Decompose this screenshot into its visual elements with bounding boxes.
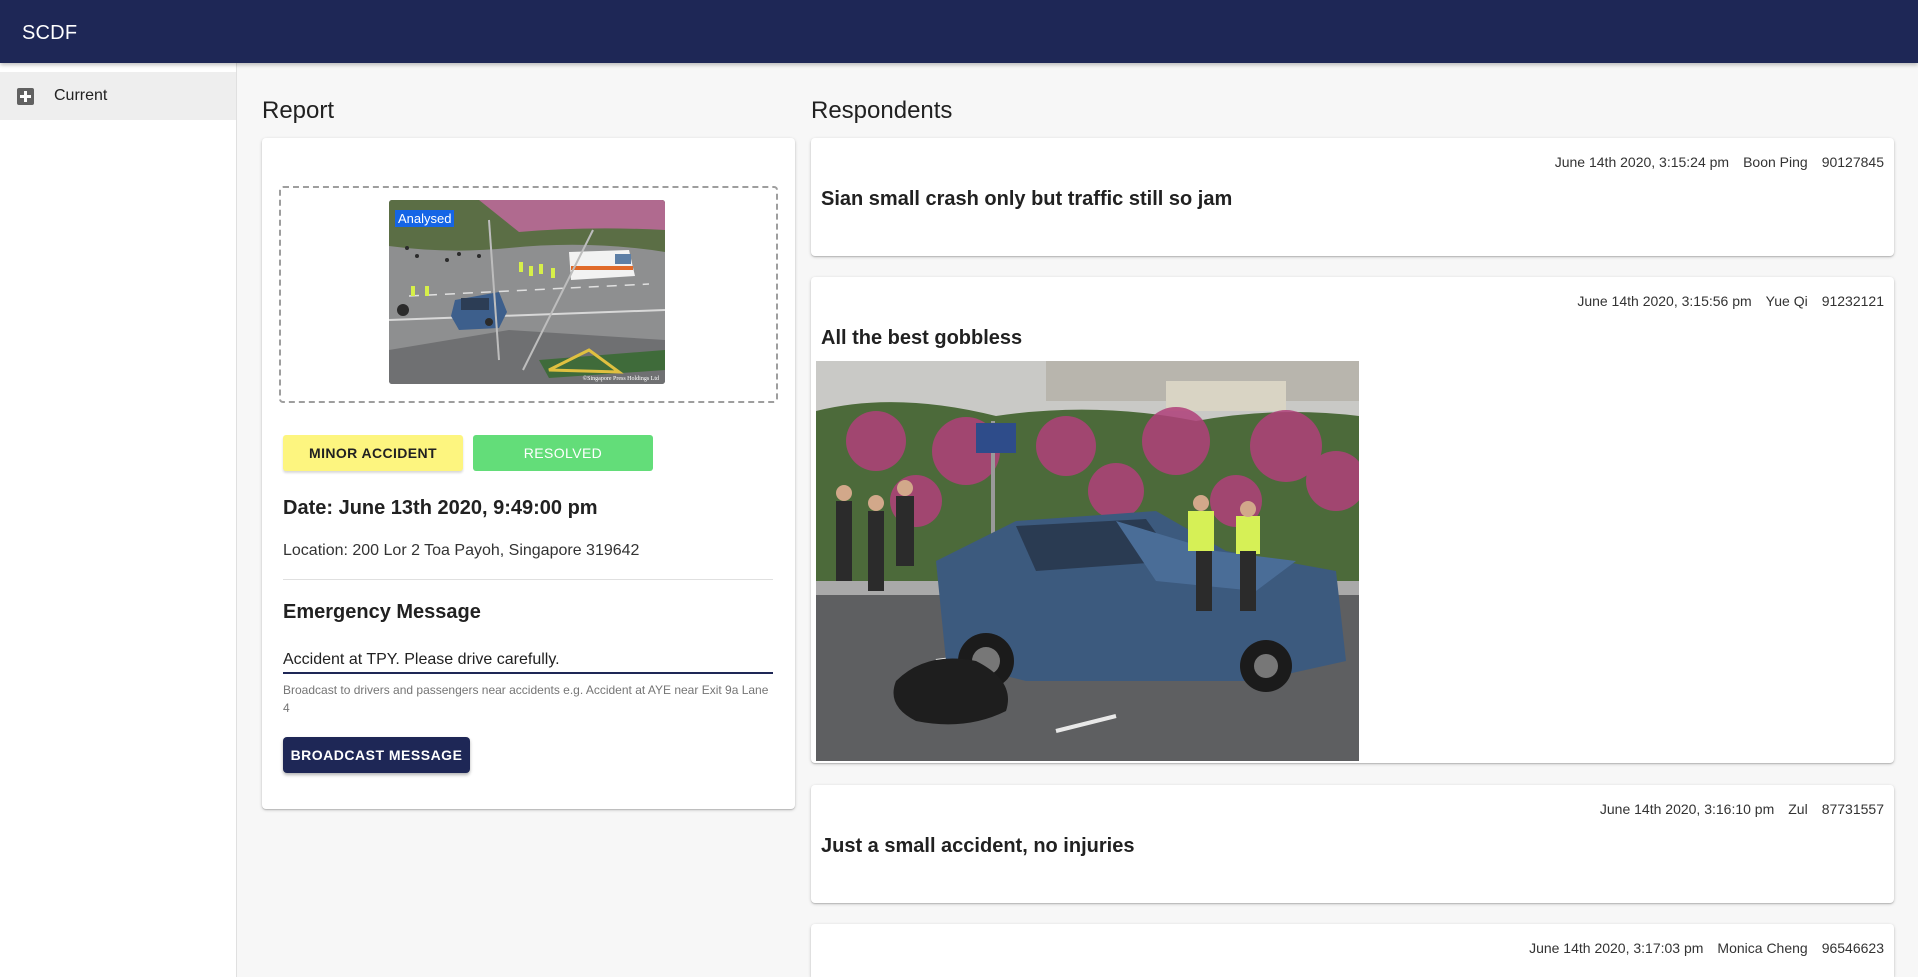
status-chip[interactable]: RESOLVED bbox=[473, 435, 653, 471]
report-card: ©Singapore Press Holdings Ltd Analysed M… bbox=[262, 138, 795, 809]
respondent-phone: 87731557 bbox=[1821, 801, 1884, 817]
respondent-message: All the best gobbless bbox=[821, 327, 1023, 349]
emergency-message-input[interactable] bbox=[283, 648, 773, 674]
report-date: Date: June 13th 2020, 9:49:00 pm bbox=[283, 497, 598, 519]
respondent-card: June 14th 2020, 3:15:56 pm Yue Qi 91232121… bbox=[811, 277, 1894, 763]
respondent-meta: June 14th 2020, 3:17:03 pm Monica Cheng 96… bbox=[1515, 940, 1884, 956]
respondent-timestamp: June 14th 2020, 3:15:24 pm bbox=[1554, 154, 1730, 170]
respondent-name: Monica Cheng bbox=[1717, 940, 1808, 956]
app-bar: SCDF bbox=[0, 0, 1918, 63]
respondent-meta: June 14th 2020, 3:16:10 pm Zul 87731557 bbox=[1586, 801, 1884, 817]
emergency-message-title: Emergency Message bbox=[283, 601, 481, 623]
respondent-phone: 90127845 bbox=[1821, 154, 1884, 170]
respondent-phone: 91232121 bbox=[1821, 293, 1884, 309]
respondent-timestamp: June 14th 2020, 3:15:56 pm bbox=[1577, 293, 1752, 309]
image-dropzone[interactable]: ©Singapore Press Holdings Ltd Analysed bbox=[279, 186, 778, 403]
respondent-photo bbox=[816, 361, 1359, 761]
respondent-name: Yue Qi bbox=[1765, 293, 1808, 309]
severity-chip[interactable]: MINOR ACCIDENT bbox=[283, 435, 463, 471]
respondent-meta: June 14th 2020, 3:15:24 pm Boon Ping 90127… bbox=[1541, 154, 1884, 170]
respondent-message: Sian small crash only but traffic still … bbox=[821, 188, 1233, 210]
respondents-title: Respondents bbox=[811, 97, 953, 124]
respondent-name: Zul bbox=[1788, 801, 1808, 817]
divider bbox=[283, 579, 773, 580]
broadcast-message-button[interactable]: BROADCAST MESSAGE bbox=[283, 737, 470, 773]
sidebar-item-current[interactable]: Current bbox=[0, 72, 236, 120]
add-box-icon bbox=[17, 88, 34, 105]
app-title: SCDF bbox=[22, 22, 78, 44]
report-location: Location: 200 Lor 2 Toa Payoh, Singapore… bbox=[283, 542, 640, 559]
respondent-message: Just a small accident, no injuries bbox=[821, 835, 1135, 857]
svg-text:©Singapore Press Holdings Ltd: ©Singapore Press Holdings Ltd bbox=[583, 375, 659, 382]
respondent-phone: 96546623 bbox=[1821, 940, 1884, 956]
accident-image: ©Singapore Press Holdings Ltd Analysed bbox=[389, 200, 665, 384]
respondent-name: Boon Ping bbox=[1743, 154, 1808, 170]
sidebar: Current bbox=[0, 63, 237, 977]
sidebar-item-label: Current bbox=[54, 87, 108, 104]
analysed-tag: Analysed bbox=[395, 210, 455, 227]
respondent-timestamp: June 14th 2020, 3:16:10 pm bbox=[1599, 801, 1775, 817]
respondent-card: June 14th 2020, 3:15:24 pm Boon Ping 90127… bbox=[811, 138, 1894, 256]
respondent-timestamp: June 14th 2020, 3:17:03 pm bbox=[1529, 940, 1704, 956]
report-title: Report bbox=[262, 97, 335, 124]
respondent-meta: June 14th 2020, 3:15:56 pm Yue Qi 91232121 bbox=[1563, 293, 1884, 309]
emergency-message-helper: Broadcast to drivers and passengers near… bbox=[283, 683, 769, 715]
respondent-card: June 14th 2020, 3:16:10 pm Zul 87731557 Ju… bbox=[811, 785, 1894, 903]
respondent-card: June 14th 2020, 3:17:03 pm Monica Cheng 96… bbox=[811, 924, 1894, 977]
